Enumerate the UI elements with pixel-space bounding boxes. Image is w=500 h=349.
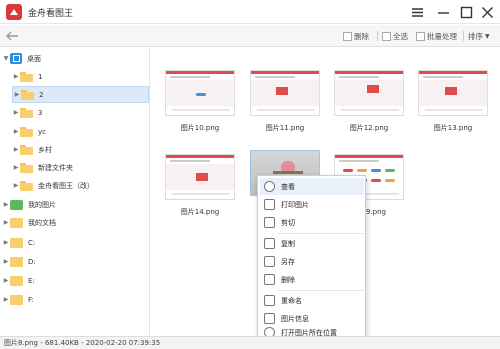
expand-arrow-icon[interactable]: ▶	[12, 128, 20, 135]
title-bar: 金舟看图王	[0, 0, 500, 24]
maximize-icon[interactable]	[457, 3, 475, 21]
thumbnail-caption: 图片13.png	[433, 124, 473, 132]
drive-icon	[10, 275, 23, 286]
tree-item-folder-village[interactable]: ▶ 乡村	[12, 141, 148, 158]
menu-item-cut[interactable]: 剪切	[260, 214, 364, 231]
tree-item-folder-1[interactable]: ▶ 1	[12, 68, 148, 85]
batch-icon	[416, 31, 425, 41]
copy-icon	[264, 238, 275, 249]
thumbnail[interactable]	[165, 70, 235, 116]
sort-button[interactable]: 排序 ▼	[468, 30, 490, 42]
documents-folder-icon	[10, 217, 23, 228]
context-menu: 查看 打印图片 剪切 复制 另存 删除 重命名 图片信息 打开图片所在位置	[257, 175, 366, 340]
menu-item-rename[interactable]: 重命名	[260, 292, 364, 309]
tree-item-new-folder[interactable]: ▶ 新建文件夹	[12, 159, 148, 176]
printer-icon	[264, 199, 275, 210]
expand-arrow-icon[interactable]: ▶	[2, 239, 10, 246]
thumbnail[interactable]	[334, 70, 404, 116]
tree-item-drive-d[interactable]: ▶ D:	[2, 253, 148, 270]
tree-item-desktop[interactable]: ▼ 桌面	[2, 50, 148, 67]
folder-icon	[20, 71, 33, 82]
tree-item-my-pictures[interactable]: ▶ 我的图片	[2, 196, 148, 213]
thumbnail[interactable]	[165, 154, 235, 200]
app-logo-icon	[6, 4, 22, 20]
drive-icon	[10, 237, 23, 248]
folder-tree: ▼ 桌面 ▶ 1 ▶ 2 ▶ 3 ▶ yc ▶ 乡村 ▶ 新建文件夹 ▶ 金舟看…	[0, 48, 150, 335]
expand-arrow-icon[interactable]: ▶	[2, 296, 10, 303]
status-bar: 图片8.png - 681.40KB - 2020-02-20 07:39:35	[0, 336, 500, 349]
cut-icon	[264, 217, 275, 228]
thumbnail[interactable]	[418, 70, 488, 116]
menu-item-copy[interactable]: 复制	[260, 235, 364, 252]
trash-icon	[264, 274, 275, 285]
folder-icon	[21, 89, 34, 100]
tree-item-folder-3[interactable]: ▶ 3	[12, 104, 148, 121]
thumbnail[interactable]	[250, 70, 320, 116]
expand-arrow-icon[interactable]: ▶	[12, 182, 20, 189]
tree-item-app-folder[interactable]: ▶ 金舟看图王（改）	[12, 177, 148, 194]
expand-arrow-icon[interactable]: ▶	[12, 73, 20, 80]
folder-icon	[20, 107, 33, 118]
delete-button[interactable]: 删除	[343, 30, 369, 42]
folder-icon	[20, 180, 33, 191]
menu-item-save-as[interactable]: 另存	[260, 253, 364, 270]
trash-icon	[343, 31, 352, 41]
desktop-icon	[10, 53, 22, 64]
folder-icon	[20, 126, 33, 137]
tree-item-drive-e[interactable]: ▶ E:	[2, 272, 148, 289]
collapse-arrow-icon[interactable]: ▼	[2, 55, 10, 62]
expand-arrow-icon[interactable]: ▶	[2, 219, 10, 226]
expand-arrow-icon[interactable]: ▶	[13, 91, 21, 98]
select-all-checkbox[interactable]: 全选	[382, 30, 408, 42]
batch-process-button[interactable]: 批量处理	[416, 30, 457, 42]
menu-item-view[interactable]: 查看	[260, 178, 364, 195]
thumbnail-caption: 图片11.png	[265, 124, 305, 132]
expand-arrow-icon[interactable]: ▶	[2, 201, 10, 208]
thumbnail-caption: 图片10.png	[180, 124, 220, 132]
folder-icon	[20, 144, 33, 155]
menu-item-print[interactable]: 打印图片	[260, 196, 364, 213]
checkbox-icon	[382, 31, 391, 41]
minimize-icon[interactable]	[434, 3, 452, 21]
pictures-folder-icon	[10, 199, 23, 210]
expand-arrow-icon[interactable]: ▶	[12, 164, 20, 171]
menu-item-delete[interactable]: 删除	[260, 271, 364, 288]
expand-arrow-icon[interactable]: ▶	[12, 109, 20, 116]
menu-item-image-info[interactable]: 图片信息	[260, 310, 364, 327]
tree-item-drive-f[interactable]: ▶ F:	[2, 291, 148, 308]
app-title: 金舟看图王	[28, 9, 74, 19]
folder-icon	[20, 162, 33, 173]
rename-icon	[264, 295, 275, 306]
drive-icon	[10, 256, 23, 267]
back-arrow-icon[interactable]	[4, 28, 20, 44]
thumbnail-caption: 图片12.png	[349, 124, 389, 132]
tree-item-folder-2[interactable]: ▶ 2	[12, 86, 149, 103]
close-icon[interactable]	[478, 3, 496, 21]
toolbar: 删除 全选 批量处理 排序 ▼	[0, 25, 500, 47]
tree-item-folder-yc[interactable]: ▶ yc	[12, 123, 148, 140]
drive-icon	[10, 294, 23, 305]
tree-item-drive-c[interactable]: ▶ C:	[2, 234, 148, 251]
menu-icon[interactable]	[408, 3, 426, 21]
tree-item-my-documents[interactable]: ▶ 我的文档	[2, 214, 148, 231]
info-icon	[264, 313, 275, 324]
thumbnail-caption: 图片14.png	[180, 208, 220, 216]
zoom-icon	[264, 181, 275, 192]
expand-arrow-icon[interactable]: ▶	[2, 277, 10, 284]
save-as-icon	[264, 256, 275, 267]
expand-arrow-icon[interactable]: ▶	[12, 146, 20, 153]
expand-arrow-icon[interactable]: ▶	[2, 258, 10, 265]
chevron-down-icon: ▼	[485, 32, 490, 40]
